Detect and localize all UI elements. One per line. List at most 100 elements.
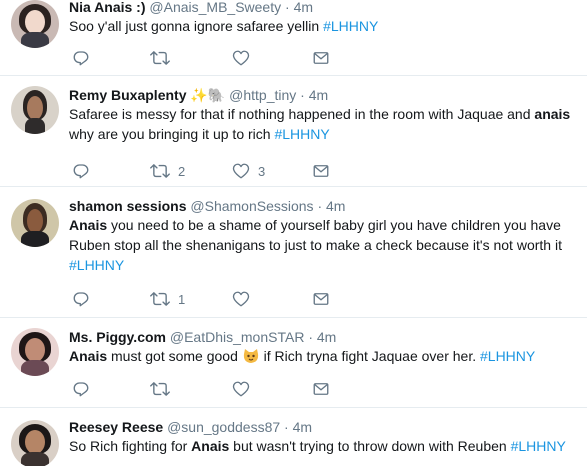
tweet[interactable]: Ms. Piggy.com @EatDhis_monSTAR · 4m Anai…: [0, 318, 587, 408]
elephant-emoji-icon: 🐘: [207, 87, 226, 103]
highlighted-keyword: Anais: [69, 217, 108, 233]
highlighted-keyword: anais: [534, 106, 571, 122]
like-button[interactable]: 3: [232, 162, 265, 180]
highlighted-keyword: Anais: [191, 438, 230, 454]
tweet-header: Nia Anais :) @Anais_MB_Sweety · 4m: [69, 0, 579, 16]
reply-icon: [72, 162, 90, 180]
retweet-icon: [150, 49, 170, 67]
tweet-text-segment: but wasn't trying to throw down with Reu…: [229, 438, 511, 454]
envelope-icon: [312, 290, 330, 308]
display-name[interactable]: Ms. Piggy.com: [69, 329, 166, 345]
heart-icon: [232, 380, 250, 398]
tweet-actions: 23: [72, 162, 332, 180]
tweet[interactable]: Reesey Reese @sun_goddess87 · 4m So Rich…: [0, 408, 587, 466]
retweet-button[interactable]: 2: [150, 162, 185, 180]
tweet-text-segment: must got some good: [107, 348, 242, 364]
user-handle[interactable]: @EatDhis_monSTAR: [170, 329, 305, 345]
timestamp[interactable]: 4m: [317, 329, 336, 345]
heart-icon: [232, 49, 250, 67]
separator-dot: ·: [285, 0, 290, 15]
retweet-count: 2: [178, 163, 186, 179]
timestamp[interactable]: 4m: [294, 0, 313, 15]
avatar[interactable]: [11, 0, 59, 48]
display-name[interactable]: Nia Anais :): [69, 0, 146, 15]
like-button[interactable]: [232, 380, 250, 398]
tweet-actions: [72, 49, 332, 67]
user-handle[interactable]: @sun_goddess87: [167, 419, 280, 435]
retweet-icon: [150, 162, 170, 180]
tweet[interactable]: Remy Buxaplenty ✨🐘 @http_tiny · 4m Safar…: [0, 76, 587, 187]
like-button[interactable]: [232, 290, 250, 308]
tweet-text-segment: if Rich tryna fight Jaquae over her.: [259, 348, 480, 364]
tweet-text-segment: Soo y'all just gonna ignore safaree yell…: [69, 18, 324, 34]
hashtag-link[interactable]: #LHHNY: [69, 257, 124, 273]
user-handle[interactable]: @ShamonSessions: [190, 198, 313, 214]
highlighted-keyword: Anais: [69, 348, 108, 364]
direct-message-button[interactable]: [312, 162, 330, 180]
display-name[interactable]: shamon sessions: [69, 198, 187, 214]
retweet-icon: [150, 380, 170, 398]
tweet[interactable]: shamon sessions @ShamonSessions · 4m Ana…: [0, 187, 587, 318]
timestamp[interactable]: 4m: [293, 419, 312, 435]
avatar[interactable]: [11, 199, 59, 247]
hashtag-link[interactable]: #LHHNY: [274, 126, 329, 142]
retweet-count: 1: [178, 291, 186, 307]
envelope-icon: [312, 49, 330, 67]
reply-icon: [72, 290, 90, 308]
tweet-header: shamon sessions @ShamonSessions · 4m: [69, 197, 579, 215]
sparkles-emoji-icon: ✨: [190, 87, 208, 103]
tweet-feed: Nia Anais :) @Anais_MB_Sweety · 4m Soo y…: [0, 0, 587, 466]
hashtag-link[interactable]: #LHHNY: [511, 438, 566, 454]
avatar[interactable]: [11, 86, 59, 134]
tweet-text: Soo y'all just gonna ignore safaree yell…: [69, 16, 579, 36]
tweet-text-segment: why are you bringing it up to rich: [69, 126, 275, 142]
retweet-button[interactable]: [150, 380, 170, 398]
tweet-actions: [72, 380, 332, 398]
retweet-icon: [150, 290, 170, 308]
envelope-icon: [312, 162, 330, 180]
envelope-icon: [312, 380, 330, 398]
tweet-text-segment: you need to be a shame of yourself baby …: [69, 217, 562, 253]
separator-dot: ·: [317, 198, 323, 214]
tweet-text: Anais you need to be a shame of yourself…: [69, 215, 579, 275]
tweet-header: Reesey Reese @sun_goddess87 · 4m: [69, 418, 579, 436]
tweet-text: So Rich fighting for Anais but wasn't tr…: [69, 436, 579, 456]
tweet[interactable]: Nia Anais :) @Anais_MB_Sweety · 4m Soo y…: [0, 0, 587, 76]
heart-icon: [232, 290, 250, 308]
reply-button[interactable]: [72, 162, 90, 180]
separator-dot: ·: [284, 419, 289, 435]
timestamp[interactable]: 4m: [309, 87, 328, 103]
retweet-button[interactable]: [150, 49, 170, 67]
display-name[interactable]: Reesey Reese: [69, 419, 163, 435]
reply-button[interactable]: [72, 290, 90, 308]
like-count: 3: [258, 163, 266, 179]
user-handle[interactable]: @Anais_MB_Sweety: [149, 0, 281, 15]
direct-message-button[interactable]: [312, 380, 330, 398]
like-button[interactable]: [232, 49, 250, 67]
cat-face-emoji-icon: [242, 348, 260, 364]
timestamp[interactable]: 4m: [326, 198, 345, 214]
reply-button[interactable]: [72, 380, 90, 398]
reply-icon: [72, 380, 90, 398]
separator-dot: ·: [308, 329, 313, 345]
hashtag-link[interactable]: #LHHNY: [323, 18, 378, 34]
separator-dot: ·: [300, 87, 305, 103]
direct-message-button[interactable]: [312, 49, 330, 67]
tweet-header: Ms. Piggy.com @EatDhis_monSTAR · 4m: [69, 328, 579, 346]
avatar[interactable]: [11, 420, 59, 466]
hashtag-link[interactable]: #LHHNY: [480, 348, 535, 364]
reply-icon: [72, 49, 90, 67]
reply-button[interactable]: [72, 49, 90, 67]
tweet-header: Remy Buxaplenty ✨🐘 @http_tiny · 4m: [69, 86, 579, 104]
heart-icon: [232, 162, 250, 180]
tweet-actions: 1: [72, 290, 332, 308]
user-handle[interactable]: @http_tiny: [229, 87, 296, 103]
tweet-text: Anais must got some good if Rich tryna f…: [69, 346, 579, 366]
retweet-button[interactable]: 1: [150, 290, 185, 308]
avatar[interactable]: [11, 328, 59, 376]
display-name[interactable]: Remy Buxaplenty: [69, 87, 186, 103]
tweet-text-segment: So Rich fighting for: [69, 438, 192, 454]
direct-message-button[interactable]: [312, 290, 330, 308]
tweet-text: Safaree is messy for that if nothing hap…: [69, 104, 579, 144]
tweet-text-segment: Safaree is messy for that if nothing hap…: [69, 106, 535, 122]
